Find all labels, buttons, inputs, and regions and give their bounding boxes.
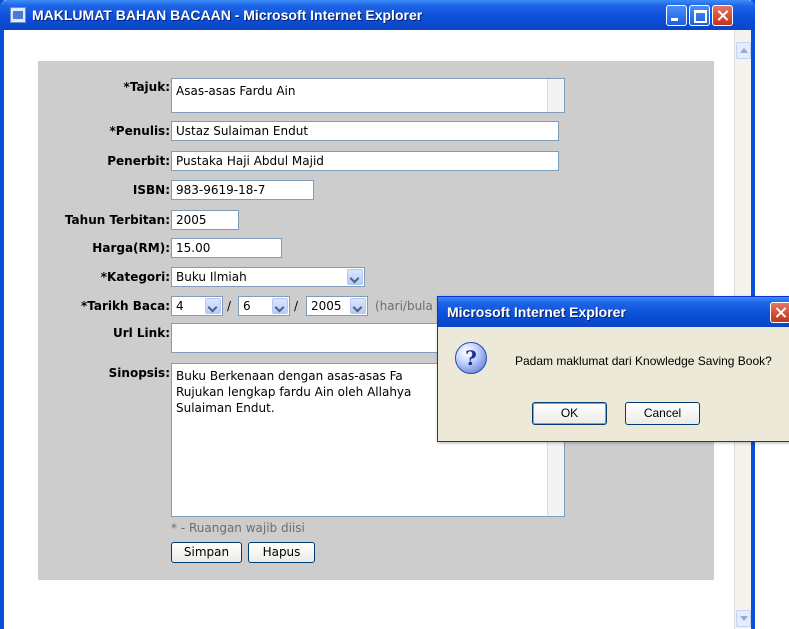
simpan-button[interactable]: Simpan bbox=[171, 542, 242, 563]
tarikh-year-select[interactable]: 2005 bbox=[306, 296, 368, 316]
window-title: MAKLUMAT BAHAN BACAAN - Microsoft Intern… bbox=[32, 7, 423, 23]
tarikh-day-select[interactable]: 4 bbox=[171, 296, 223, 316]
tajuk-label: *Tajuk: bbox=[123, 80, 170, 94]
tarikh-label: *Tarikh Baca: bbox=[81, 299, 170, 313]
isbn-input[interactable]: 983-9619-18-7 bbox=[171, 180, 314, 200]
minimize-button[interactable] bbox=[666, 5, 687, 26]
penerbit-input[interactable]: Pustaka Haji Abdul Majid bbox=[171, 151, 559, 171]
tahun-input[interactable]: 2005 bbox=[171, 210, 239, 230]
maximize-button[interactable] bbox=[689, 5, 710, 26]
title-bar[interactable]: MAKLUMAT BAHAN BACAAN - Microsoft Intern… bbox=[0, 0, 755, 30]
date-separator: / bbox=[227, 299, 232, 313]
penulis-label: *Penulis: bbox=[109, 124, 170, 138]
scroll-up-arrow-icon[interactable] bbox=[736, 42, 751, 59]
chevron-down-icon[interactable] bbox=[347, 269, 363, 285]
dialog-message: Padam maklumat dari Knowledge Saving Boo… bbox=[515, 354, 772, 368]
penulis-input[interactable]: Ustaz Sulaiman Endut bbox=[171, 121, 559, 141]
isbn-label: ISBN: bbox=[132, 183, 170, 197]
sinopsis-label: Sinopsis: bbox=[108, 366, 170, 380]
chevron-down-icon[interactable] bbox=[205, 298, 221, 314]
question-icon: ? bbox=[455, 342, 487, 374]
dialog-title: Microsoft Internet Explorer bbox=[447, 304, 626, 320]
chevron-down-icon[interactable] bbox=[272, 298, 288, 314]
dialog-title-bar[interactable]: Microsoft Internet Explorer bbox=[438, 297, 789, 327]
ie-page-icon bbox=[10, 7, 26, 23]
chevron-down-icon[interactable] bbox=[350, 298, 366, 314]
dialog-close-button[interactable] bbox=[770, 302, 789, 323]
date-format-hint: (hari/bula bbox=[375, 299, 433, 313]
hapus-button[interactable]: Hapus bbox=[248, 542, 315, 563]
cancel-button[interactable]: Cancel bbox=[625, 402, 700, 425]
harga-input[interactable]: 15.00 bbox=[171, 238, 282, 258]
harga-label: Harga(RM): bbox=[92, 241, 170, 255]
kategori-select[interactable]: Buku Ilmiah bbox=[171, 267, 365, 287]
tajuk-input[interactable]: Asas-asas Fardu Ain bbox=[171, 78, 565, 113]
tarikh-month-select[interactable]: 6 bbox=[238, 296, 290, 316]
penerbit-label: Penerbit: bbox=[107, 154, 170, 168]
required-note: * - Ruangan wajib diisi bbox=[171, 521, 305, 535]
kategori-label: *Kategori: bbox=[100, 270, 170, 284]
ok-button[interactable]: OK bbox=[532, 402, 607, 425]
url-label: Url Link: bbox=[112, 326, 170, 340]
scroll-down-arrow-icon[interactable] bbox=[736, 610, 751, 627]
tajuk-scrollbar[interactable] bbox=[547, 79, 564, 112]
close-button[interactable] bbox=[712, 5, 733, 26]
date-separator: / bbox=[294, 299, 299, 313]
tahun-label: Tahun Terbitan: bbox=[64, 213, 170, 227]
confirm-dialog: Microsoft Internet Explorer ? Padam makl… bbox=[437, 296, 789, 442]
